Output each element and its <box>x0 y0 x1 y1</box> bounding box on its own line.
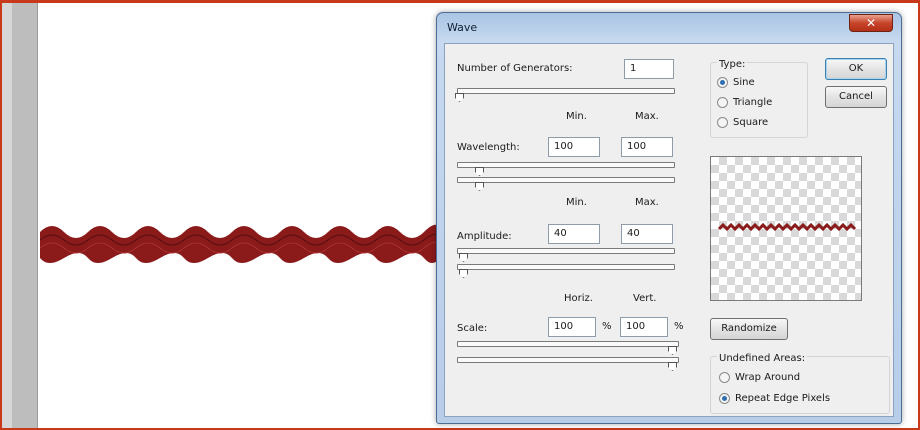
scale-vert-input[interactable]: 100 <box>620 317 668 337</box>
wavelength-max-input[interactable]: 100 <box>621 137 673 157</box>
wavelength-min-input[interactable]: 100 <box>548 137 600 157</box>
wavelength-max-header: Max. <box>635 111 659 122</box>
type-triangle-label[interactable]: Triangle <box>733 97 772 108</box>
type-triangle-radio[interactable] <box>717 97 728 108</box>
scale-horiz-header: Horiz. <box>564 293 593 304</box>
amplitude-min-header: Min. <box>566 197 587 208</box>
wavelength-max-thumb[interactable] <box>475 182 484 191</box>
repeat-edge-pixels-radio[interactable] <box>719 393 730 404</box>
dialog-body: Number of Generators: 1 Min. Max. Wavele… <box>444 43 894 417</box>
randomize-button[interactable]: Randomize <box>710 318 788 340</box>
undefined-areas-title: Undefined Areas: <box>717 353 808 364</box>
dialog-title: Wave <box>447 21 478 34</box>
scale-horiz-unit: % <box>602 321 612 332</box>
type-square-radio[interactable] <box>717 117 728 128</box>
wave-ribbon-image <box>40 224 440 263</box>
type-sine-radio[interactable] <box>717 77 728 88</box>
scale-vert-slider[interactable] <box>457 357 679 371</box>
pasteboard-strip <box>12 3 38 428</box>
generators-slider-thumb[interactable] <box>455 93 464 102</box>
generators-label: Number of Generators: <box>457 63 573 74</box>
amplitude-max-input[interactable]: 40 <box>621 224 673 244</box>
scale-horiz-slider[interactable] <box>457 341 679 355</box>
preview-wave-icon <box>717 222 857 232</box>
cancel-button[interactable]: Cancel <box>825 86 887 108</box>
amplitude-max-slider[interactable] <box>457 264 675 278</box>
amplitude-min-slider[interactable] <box>457 248 675 262</box>
generators-input[interactable]: 1 <box>624 59 674 79</box>
wavelength-min-thumb[interactable] <box>475 167 484 176</box>
repeat-edge-pixels-label[interactable]: Repeat Edge Pixels <box>735 393 830 404</box>
wrap-around-radio[interactable] <box>719 372 730 383</box>
wave-dialog: Wave ✕ Number of Generators: 1 Min. Max.… <box>436 12 902 424</box>
type-title: Type: <box>717 59 748 70</box>
amplitude-label: Amplitude: <box>457 231 512 242</box>
amplitude-min-input[interactable]: 40 <box>548 224 600 244</box>
scale-horiz-thumb[interactable] <box>668 346 677 355</box>
amplitude-max-thumb[interactable] <box>459 269 468 278</box>
wavelength-min-header: Min. <box>566 111 587 122</box>
scale-label: Scale: <box>457 323 488 334</box>
scale-vert-unit: % <box>674 321 684 332</box>
amplitude-max-header: Max. <box>635 197 659 208</box>
close-icon: ✕ <box>865 16 877 30</box>
ok-button[interactable]: OK <box>825 58 887 80</box>
wave-preview <box>710 156 862 301</box>
scale-vert-thumb[interactable] <box>668 362 677 371</box>
wavelength-label: Wavelength: <box>457 142 520 153</box>
close-button[interactable]: ✕ <box>849 14 893 32</box>
wrap-around-label[interactable]: Wrap Around <box>735 372 800 383</box>
tools-panel-edge <box>2 3 12 428</box>
generators-slider[interactable] <box>455 88 675 102</box>
wavelength-max-slider[interactable] <box>457 177 675 191</box>
undefined-areas-group <box>710 356 890 414</box>
wavelength-min-slider[interactable] <box>457 162 675 176</box>
scale-vert-header: Vert. <box>633 293 657 304</box>
type-sine-label[interactable]: Sine <box>733 77 755 88</box>
scale-horiz-input[interactable]: 100 <box>548 317 596 337</box>
amplitude-min-thumb[interactable] <box>459 253 468 262</box>
type-square-label[interactable]: Square <box>733 117 768 128</box>
